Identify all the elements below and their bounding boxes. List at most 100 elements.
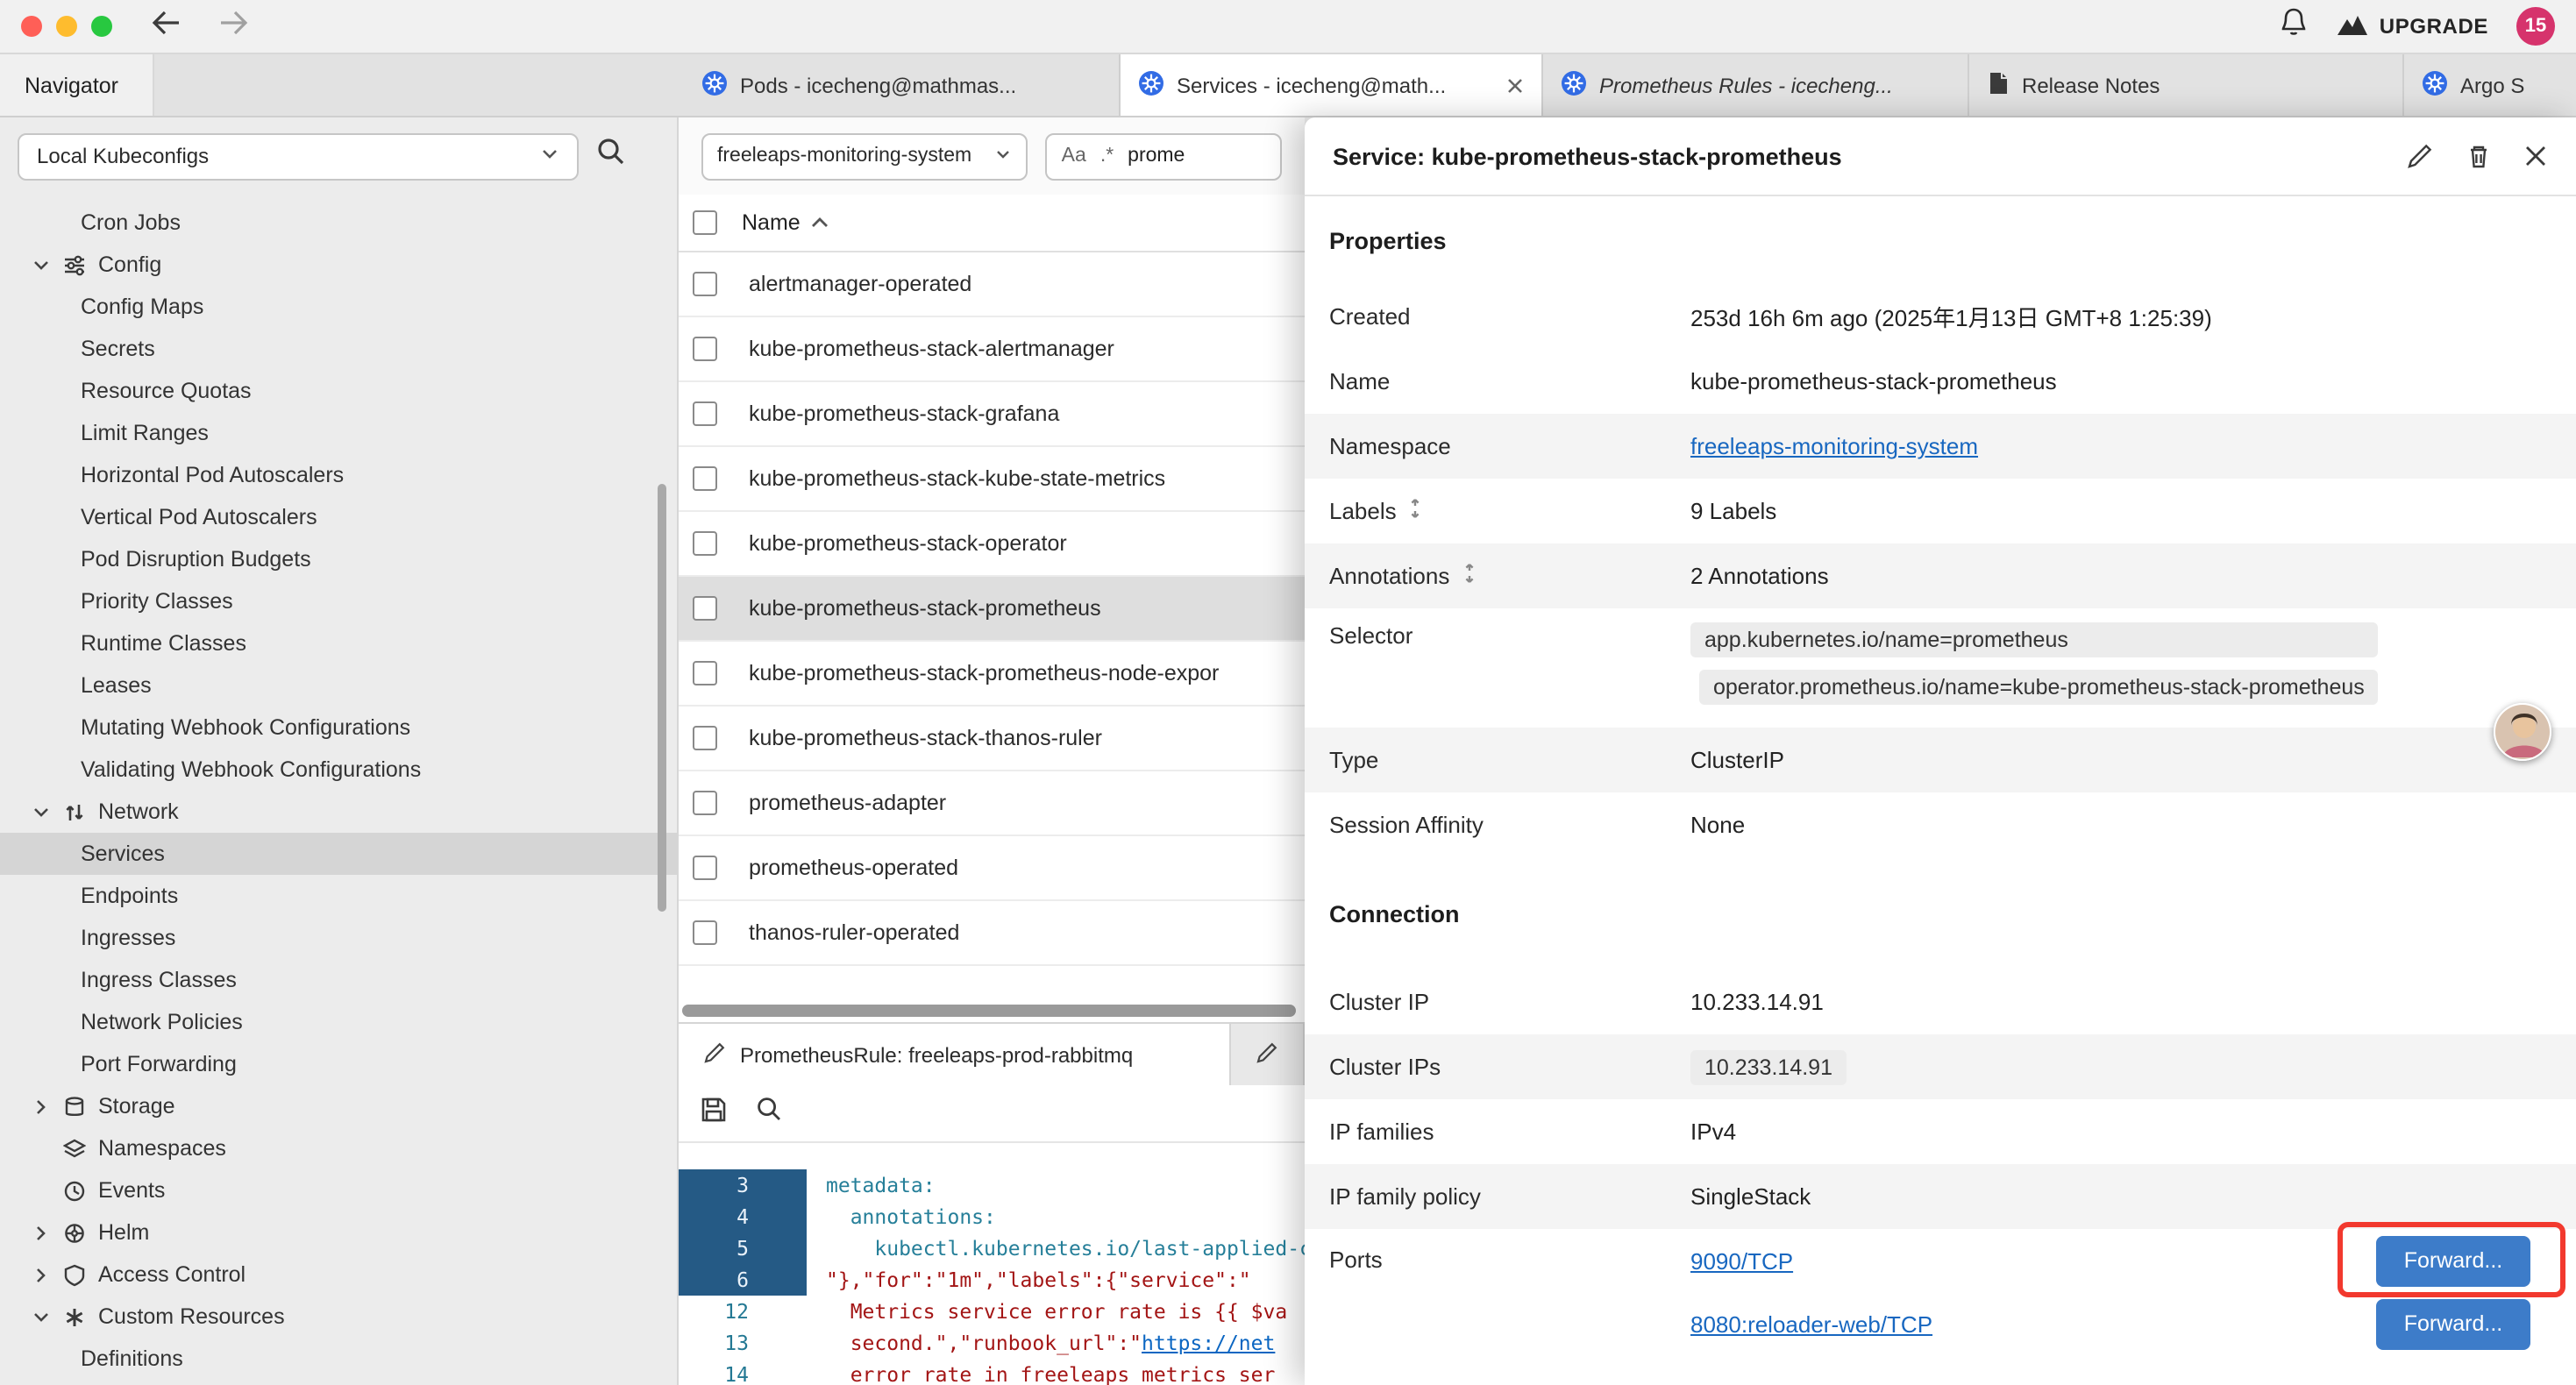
sidebar-item-config-maps[interactable]: Config Maps: [0, 286, 677, 328]
labels-value[interactable]: 9 Labels: [1690, 498, 1776, 524]
sidebar-item-port-forwarding[interactable]: Port Forwarding: [0, 1043, 677, 1085]
tab-release-notes[interactable]: Release Notes: [1969, 54, 2404, 116]
sidebar-item-resource-quotas[interactable]: Resource Quotas: [0, 370, 677, 412]
yaml-editor[interactable]: 3metadata: 4 annotations: 5 kubectl.kube…: [679, 1143, 1305, 1385]
list-search-box[interactable]: Aa .*: [1046, 132, 1282, 180]
port-link-8080[interactable]: 8080:reloader-web/TCP: [1690, 1310, 1932, 1337]
code-line: "},"for":"1m","labels":{"service":": [749, 1268, 1251, 1292]
sidebar-item-storage[interactable]: Storage: [0, 1085, 677, 1127]
delete-trash-icon[interactable]: [2466, 142, 2492, 170]
service-row[interactable]: prometheus-adapter: [679, 771, 1305, 836]
sidebar-item-secrets[interactable]: Secrets: [0, 328, 677, 370]
forward-button[interactable]: Forward...: [2376, 1298, 2530, 1349]
sidebar-item-priority-classes[interactable]: Priority Classes: [0, 580, 677, 622]
namespace-filter-select[interactable]: freeleaps-monitoring-system: [701, 132, 1028, 180]
tab-argo[interactable]: Argo S: [2404, 54, 2576, 116]
sidebar-item-custom-resources[interactable]: Custom Resources: [0, 1296, 677, 1338]
sidebar-item-vertical-pod-autoscalers[interactable]: Vertical Pod Autoscalers: [0, 496, 677, 538]
row-checkbox[interactable]: [693, 337, 717, 361]
sidebar-item-ingresses[interactable]: Ingresses: [0, 917, 677, 959]
sidebar-item-definitions[interactable]: Definitions: [0, 1338, 677, 1380]
sidebar-item-access-control[interactable]: Access Control: [0, 1254, 677, 1296]
upgrade-button[interactable]: UPGRADE: [2336, 11, 2488, 41]
sidebar-item-limit-ranges[interactable]: Limit Ranges: [0, 412, 677, 454]
notification-count-badge[interactable]: 15: [2516, 7, 2555, 46]
sidebar-item-helm[interactable]: Helm: [0, 1211, 677, 1254]
forward-button[interactable]: Forward...: [2376, 1235, 2530, 1286]
match-case-toggle[interactable]: Aa: [1062, 146, 1086, 167]
editor-tab-label: PrometheusRule: freeleaps-prod-rabbitmq: [740, 1042, 1133, 1067]
namespace-link[interactable]: freeleaps-monitoring-system: [1690, 433, 1978, 459]
user-avatar[interactable]: [2494, 703, 2551, 761]
sidebar-item-horizontal-pod-autoscalers[interactable]: Horizontal Pod Autoscalers: [0, 454, 677, 496]
sidebar-item-events[interactable]: Events: [0, 1169, 677, 1211]
sidebar-item-namespaces[interactable]: Namespaces: [0, 1127, 677, 1169]
ip-family-policy-row: IP family policy SingleStack: [1305, 1164, 2576, 1229]
name-column-header[interactable]: Name: [742, 210, 801, 235]
cluster-ips-badge: 10.233.14.91: [1690, 1049, 1847, 1084]
tab-pods[interactable]: Pods - icecheng@mathmas...: [684, 54, 1121, 116]
close-window-button[interactable]: [21, 16, 42, 37]
row-checkbox[interactable]: [693, 272, 717, 296]
row-checkbox[interactable]: [693, 791, 717, 815]
sidebar-item-validating-webhook-configurations[interactable]: Validating Webhook Configurations: [0, 749, 677, 791]
expand-updown-icon[interactable]: [1407, 498, 1425, 524]
tab-prometheus-rules[interactable]: Prometheus Rules - icecheng...: [1543, 54, 1969, 116]
tab-services[interactable]: Services - icecheng@math...: [1121, 54, 1543, 116]
code-url-link[interactable]: https://net: [1142, 1331, 1275, 1355]
row-checkbox[interactable]: [693, 920, 717, 945]
sidebar-item-mutating-webhook-configurations[interactable]: Mutating Webhook Configurations: [0, 707, 677, 749]
sidebar-item-services[interactable]: Services: [0, 833, 677, 875]
expand-updown-icon[interactable]: [1460, 563, 1477, 589]
forward-icon[interactable]: [219, 10, 249, 43]
service-row[interactable]: thanos-ruler-operated: [679, 901, 1305, 966]
service-row[interactable]: prometheus-operated: [679, 836, 1305, 901]
service-row-selected[interactable]: kube-prometheus-stack-prometheus: [679, 577, 1305, 642]
sidebar-item-label: Mutating Webhook Configurations: [81, 715, 410, 740]
service-row[interactable]: kube-prometheus-stack-kube-state-metrics: [679, 447, 1305, 512]
search-input[interactable]: [1128, 146, 1229, 167]
sidebar-item-config[interactable]: Config: [0, 244, 677, 286]
sidebar-item-network-policies[interactable]: Network Policies: [0, 1001, 677, 1043]
edit-pencil-icon[interactable]: [2406, 142, 2434, 170]
maximize-window-button[interactable]: [91, 16, 112, 37]
sidebar-item-cron-jobs[interactable]: Cron Jobs: [0, 202, 677, 244]
annotations-value[interactable]: 2 Annotations: [1690, 563, 1829, 589]
editor-tab-prometheusrule[interactable]: PrometheusRule: freeleaps-prod-rabbitmq: [679, 1024, 1231, 1085]
service-row[interactable]: kube-prometheus-stack-operator: [679, 512, 1305, 577]
sidebar-item-pod-disruption-budgets[interactable]: Pod Disruption Budgets: [0, 538, 677, 580]
back-icon[interactable]: [151, 10, 181, 43]
port-link-9090[interactable]: 9090/TCP: [1690, 1247, 1793, 1274]
save-icon[interactable]: [700, 1095, 728, 1132]
notifications-bell-icon[interactable]: [2280, 7, 2308, 46]
row-checkbox[interactable]: [693, 726, 717, 750]
sidebar-item-runtime-classes[interactable]: Runtime Classes: [0, 622, 677, 664]
service-row[interactable]: kube-prometheus-stack-thanos-ruler: [679, 707, 1305, 771]
sidebar-item-network[interactable]: Network: [0, 791, 677, 833]
close-tab-icon[interactable]: [1506, 76, 1524, 94]
sidebar-item-endpoints[interactable]: Endpoints: [0, 875, 677, 917]
row-checkbox[interactable]: [693, 531, 717, 556]
service-row[interactable]: alertmanager-operated: [679, 252, 1305, 317]
service-row[interactable]: kube-prometheus-stack-grafana: [679, 382, 1305, 447]
select-all-checkbox[interactable]: [693, 210, 717, 235]
row-checkbox[interactable]: [693, 661, 717, 685]
search-icon[interactable]: [596, 137, 626, 175]
minimize-window-button[interactable]: [56, 16, 77, 37]
kubeconfig-selector[interactable]: Local Kubeconfigs: [18, 132, 579, 180]
regex-toggle[interactable]: .*: [1100, 146, 1114, 167]
row-checkbox[interactable]: [693, 856, 717, 880]
row-checkbox[interactable]: [693, 466, 717, 491]
editor-tab-partial[interactable]: [1231, 1024, 1305, 1085]
service-row[interactable]: kube-prometheus-stack-prometheus-node-ex…: [679, 642, 1305, 707]
sidebar-scrollbar[interactable]: [658, 484, 666, 912]
sidebar-item-ingress-classes[interactable]: Ingress Classes: [0, 959, 677, 1001]
close-drawer-icon[interactable]: [2523, 144, 2548, 168]
service-row[interactable]: kube-prometheus-stack-alertmanager: [679, 317, 1305, 382]
row-checkbox[interactable]: [693, 401, 717, 426]
search-icon[interactable]: [756, 1096, 782, 1131]
sidebar-item-leases[interactable]: Leases: [0, 664, 677, 707]
horizontal-scrollbar[interactable]: [682, 1005, 1296, 1017]
sort-ascending-icon[interactable]: [811, 210, 830, 235]
row-checkbox[interactable]: [693, 596, 717, 621]
